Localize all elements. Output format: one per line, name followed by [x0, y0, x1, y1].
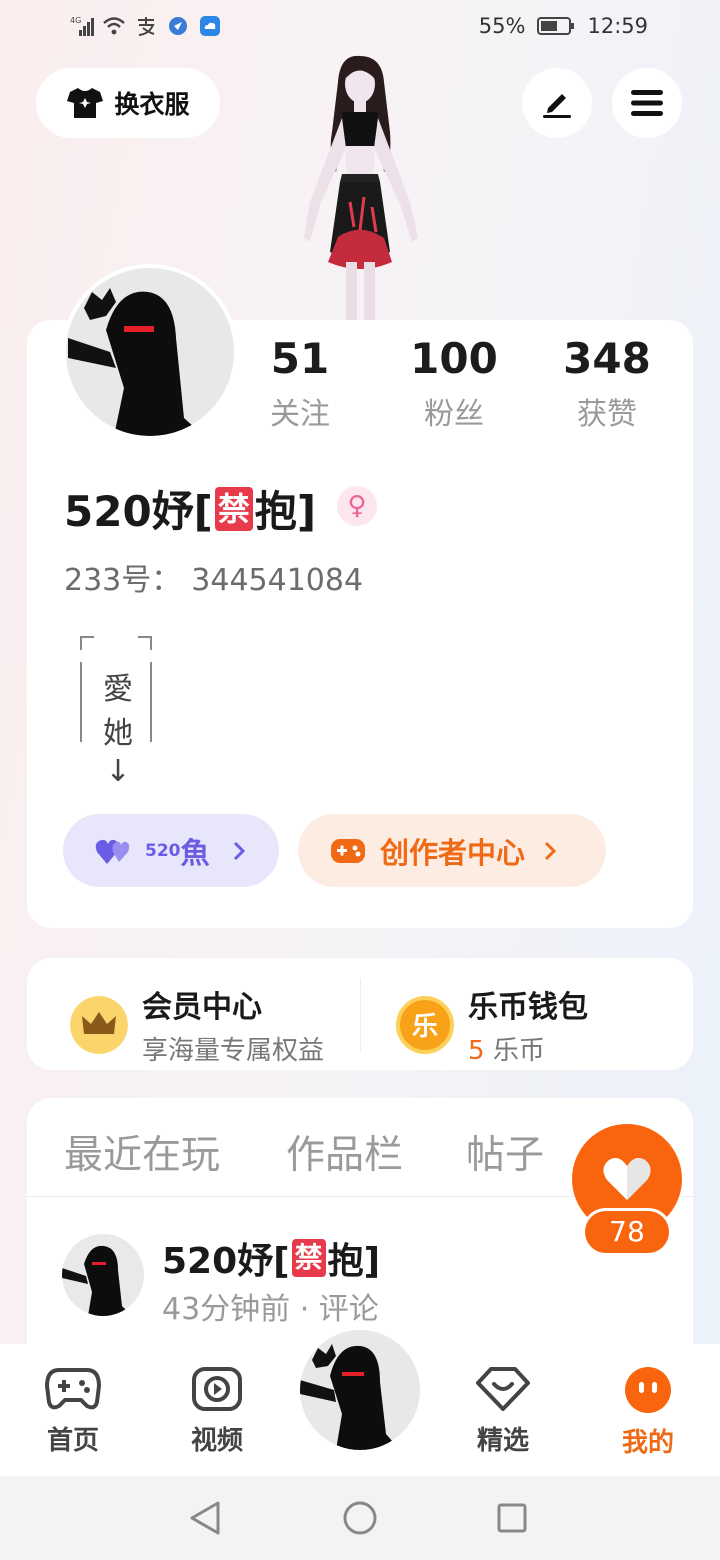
tab-posts[interactable]: 帖子 [466, 1124, 544, 1180]
nickname-ban-emoji: 禁 [214, 486, 253, 531]
nickname-prefix: 520妤[ [64, 487, 213, 536]
nickname-suffix: 抱] [254, 487, 317, 536]
nav-featured[interactable]: 精选 [448, 1366, 558, 1457]
post-name-ban-emoji: 禁 [291, 1239, 326, 1277]
card-divider [360, 978, 361, 1052]
bio-char-2: 她 [103, 716, 133, 751]
nav-video-label: 视频 [190, 1426, 243, 1456]
coin-icon: 乐 [396, 995, 454, 1054]
likes-label: 获赞 [577, 397, 637, 432]
avatar-character[interactable] [280, 52, 440, 322]
battery-percent: 55% [478, 14, 526, 38]
video-icon [192, 1367, 242, 1411]
fans-label: 粉丝 [424, 397, 484, 432]
female-icon: ♀ [337, 486, 377, 526]
nickname: 520妤[禁抱] [64, 478, 316, 539]
fish-label: 魚 [180, 835, 210, 870]
user-id-label: 233号： [64, 563, 182, 598]
face-icon [625, 1367, 671, 1413]
bio-arrow: ↓ [105, 754, 131, 789]
post-name-prefix: 520妤[ [162, 1241, 290, 1282]
status-bar: 4G 55% 12:59 [0, 0, 720, 56]
home-icon[interactable] [342, 1500, 378, 1536]
fish-count: 520 [145, 840, 181, 861]
following-count: 51 [270, 334, 330, 383]
alipay-icon [138, 17, 155, 36]
heart-icon [603, 1158, 651, 1200]
change-outfit-label: 换衣服 [114, 90, 190, 119]
member-center[interactable]: 会员中心 享海量专属权益 [70, 982, 324, 1067]
post-meta: 43分钟前 · 评论 [162, 1292, 379, 1327]
nav-video[interactable]: 视频 [162, 1366, 272, 1457]
status-icons-right: 55% 12:59 [479, 14, 648, 38]
nav-me[interactable]: 我的 [593, 1366, 703, 1459]
stat-fans[interactable]: 100 粉丝 [389, 334, 519, 433]
wallet-title: 乐币钱包 [468, 990, 588, 1025]
bio-char-1: 愛 [103, 672, 133, 707]
back-icon[interactable] [188, 1500, 222, 1536]
coin-glyph: 乐 [411, 1012, 438, 1042]
wallet-amount: 5 [468, 1036, 485, 1066]
browser-icon [169, 17, 187, 35]
fans-count: 100 [410, 334, 498, 383]
bracket-top-left [80, 636, 94, 650]
avatar-silhouette [300, 1344, 400, 1450]
wallet-unit: 乐币 [492, 1036, 545, 1066]
stat-likes[interactable]: 348 获赞 [542, 334, 672, 433]
nav-me-label: 我的 [621, 1428, 674, 1458]
nav-home[interactable]: 首页 [18, 1366, 128, 1457]
wifi-icon [103, 17, 125, 35]
post-avatar[interactable] [62, 1234, 144, 1316]
menu-icon [631, 90, 663, 116]
edit-icon [543, 94, 571, 118]
post-author[interactable]: 520妤[禁抱] [162, 1232, 380, 1284]
nav-featured-label: 精选 [476, 1426, 529, 1456]
change-outfit-button[interactable]: 换衣服 [36, 68, 220, 138]
creator-center-button[interactable]: 创作者中心 [298, 814, 606, 887]
heart-badge-icon [476, 1367, 530, 1411]
nav-home-label: 首页 [46, 1426, 99, 1456]
bracket-top-right [138, 636, 152, 650]
edit-profile-button[interactable] [522, 68, 592, 138]
profile-avatar[interactable] [62, 264, 238, 440]
likes-count: 348 [563, 334, 651, 383]
svg-text:4G: 4G [70, 16, 81, 25]
tab-works[interactable]: 作品栏 [286, 1124, 403, 1180]
nav-center-avatar[interactable] [296, 1326, 424, 1454]
bio-left-line [80, 662, 82, 742]
wallet[interactable]: 乐 乐币钱包 5 乐币 [396, 982, 588, 1067]
bio: 愛 她 ↓ [76, 630, 166, 800]
following-label: 关注 [270, 397, 330, 432]
chevron-right-icon [233, 841, 245, 860]
battery-icon [537, 17, 575, 35]
clock: 12:59 [587, 14, 648, 38]
shirt-icon [67, 88, 104, 118]
system-nav-bar [0, 1476, 720, 1560]
user-id-value: 344541084 [191, 563, 364, 598]
member-center-title: 会员中心 [142, 990, 262, 1025]
stat-following[interactable]: 51 关注 [235, 334, 365, 433]
like-count-badge: 78 [582, 1208, 672, 1256]
tab-recently-played[interactable]: 最近在玩 [64, 1124, 220, 1180]
user-id[interactable]: 233号： 344541084 [64, 555, 363, 599]
bio-right-line [150, 662, 152, 742]
signal-icon: 4G [70, 16, 94, 36]
double-heart-icon [95, 839, 130, 864]
gamepad-icon [44, 1368, 102, 1410]
avatar-silhouette [62, 1245, 132, 1316]
creator-center-label: 创作者中心 [380, 835, 526, 870]
member-center-subtitle: 享海量专属权益 [142, 1036, 325, 1066]
status-icons-left: 4G [70, 14, 222, 38]
recents-icon[interactable] [496, 1502, 528, 1534]
crown-icon [70, 995, 128, 1054]
menu-button[interactable] [612, 68, 682, 138]
chevron-right-icon [544, 841, 557, 860]
post-name-suffix: 抱] [327, 1241, 381, 1282]
gamepad-icon [331, 838, 365, 863]
cloud-app-icon [200, 16, 220, 36]
avatar-silhouette [68, 288, 204, 436]
fish-badge-button[interactable]: 520 魚 [63, 814, 279, 887]
